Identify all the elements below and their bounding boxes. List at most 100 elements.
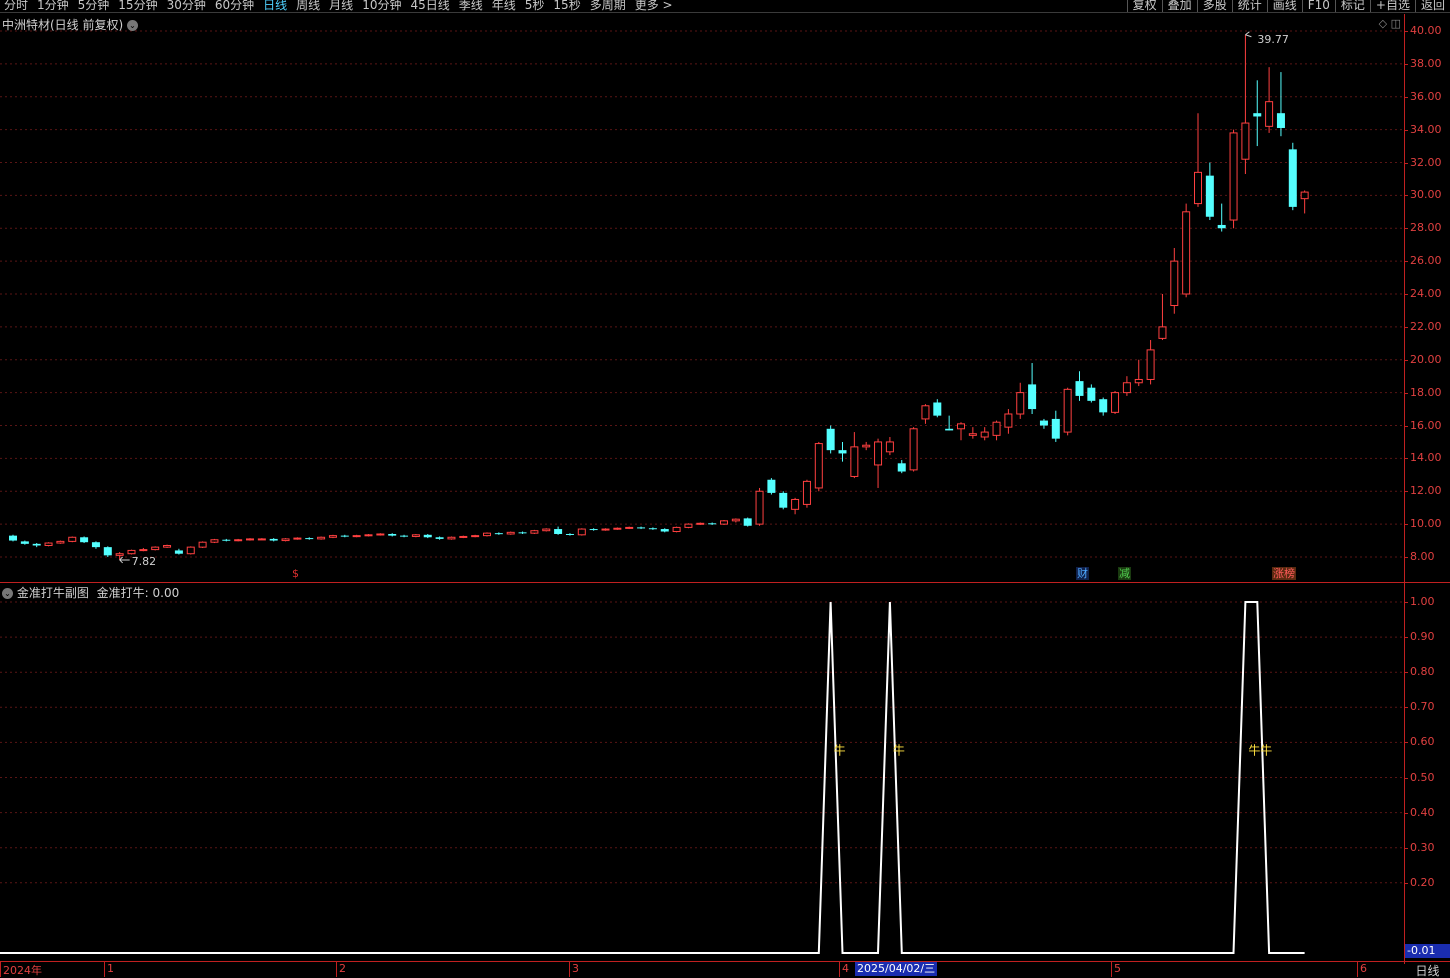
- tool-button[interactable]: F10: [1301, 0, 1335, 12]
- price-tick: 34.00: [1410, 122, 1442, 136]
- indicator-tick-mark: [1404, 777, 1408, 779]
- tool-button[interactable]: 返回: [1414, 0, 1450, 12]
- candle: [103, 546, 112, 557]
- candle: [565, 533, 574, 536]
- period-corner-label[interactable]: 日线: [1405, 962, 1450, 978]
- indicator-tick-mark: [1404, 742, 1408, 744]
- period-tab[interactable]: 日线: [263, 0, 287, 12]
- candle: [672, 526, 681, 533]
- chevron-down-icon[interactable]: ⌄: [127, 20, 139, 31]
- candle: [9, 534, 17, 542]
- candle: [767, 478, 776, 495]
- candle: [885, 437, 894, 456]
- tool-button[interactable]: 多股: [1196, 0, 1232, 12]
- candle: [577, 528, 586, 536]
- event-badge[interactable]: 减: [1118, 567, 1131, 580]
- price-tick-mark: [1404, 392, 1408, 394]
- date-tick: [839, 962, 840, 977]
- candle: [1063, 387, 1072, 436]
- candle: [1300, 190, 1309, 214]
- price-tick-mark: [1404, 261, 1408, 263]
- low-price-label: 7.82: [132, 555, 157, 568]
- candle: [459, 535, 468, 539]
- indicator-value: 金准打牛: 0.00: [96, 586, 180, 600]
- tool-button[interactable]: 叠加: [1161, 0, 1197, 12]
- period-tab[interactable]: 月线: [329, 0, 353, 12]
- tool-button[interactable]: 画线: [1266, 0, 1302, 12]
- tool-button[interactable]: +自选: [1369, 0, 1415, 12]
- event-badge[interactable]: 财: [1076, 567, 1089, 580]
- tool-button[interactable]: 复权: [1126, 0, 1162, 12]
- period-tab[interactable]: 1分钟: [37, 0, 69, 12]
- tool-button[interactable]: 统计: [1231, 0, 1267, 12]
- candle: [1276, 72, 1285, 137]
- candle: [637, 526, 646, 530]
- candle: [222, 538, 231, 542]
- candle: [435, 536, 444, 540]
- period-tab[interactable]: 45日线: [410, 0, 449, 12]
- period-tab[interactable]: 15分钟: [118, 0, 157, 12]
- indicator-tick: 0.50: [1410, 770, 1435, 784]
- period-tab[interactable]: 年线: [492, 0, 516, 12]
- period-tab[interactable]: 多周期: [590, 0, 626, 12]
- price-tick: 12.00: [1410, 484, 1442, 498]
- candle: [293, 537, 302, 540]
- candle: [542, 528, 551, 532]
- candle: [1099, 397, 1108, 416]
- period-tab[interactable]: 10分钟: [362, 0, 401, 12]
- period-tab[interactable]: 更多 >: [635, 0, 673, 12]
- period-tab[interactable]: 周线: [296, 0, 320, 12]
- event-badge[interactable]: $: [291, 567, 300, 580]
- candle: [897, 460, 906, 474]
- low-arrow: [119, 556, 130, 564]
- price-tick-mark: [1404, 162, 1408, 164]
- candle: [660, 528, 669, 533]
- period-tab[interactable]: 15秒: [553, 0, 580, 12]
- period-tab[interactable]: 60分钟: [215, 0, 254, 12]
- period-tab[interactable]: 5分钟: [78, 0, 110, 12]
- diamond-icon[interactable]: ◇: [1379, 17, 1387, 30]
- candle: [589, 528, 598, 531]
- candle: [1146, 340, 1155, 385]
- candle: [257, 538, 266, 541]
- indicator-tick: 0.40: [1410, 805, 1435, 819]
- candle: [115, 552, 124, 560]
- period-tab[interactable]: 5秒: [525, 0, 545, 12]
- candlestick-chart[interactable]: 39.77 7.82: [0, 14, 1404, 582]
- period-tab[interactable]: 分时: [4, 0, 28, 12]
- indicator-chart[interactable]: 牛牛牛牛: [0, 583, 1404, 961]
- chevron-down-icon[interactable]: ⌄: [2, 588, 13, 599]
- candle: [340, 534, 349, 538]
- period-tab[interactable]: 30分钟: [167, 0, 206, 12]
- main-title-bar: 中洲特材(日线 前复权) ⌄: [2, 16, 139, 33]
- candle: [518, 531, 527, 534]
- candle: [945, 415, 954, 431]
- candle: [1004, 409, 1013, 434]
- indicator-tick: 0.60: [1410, 735, 1435, 749]
- candle: [933, 399, 942, 418]
- maximize-icon[interactable]: ◫: [1391, 17, 1401, 30]
- candle: [755, 487, 764, 526]
- event-badge[interactable]: 涨榜: [1272, 567, 1296, 580]
- candle: [696, 522, 705, 525]
- candle: [127, 549, 136, 555]
- price-tick: 18.00: [1410, 385, 1442, 399]
- candle: [447, 536, 456, 540]
- candle: [1265, 67, 1274, 133]
- period-tab[interactable]: 季线: [459, 0, 483, 12]
- candle: [471, 534, 480, 538]
- tool-button[interactable]: 标记: [1334, 0, 1370, 12]
- indicator-tick: 0.30: [1410, 840, 1435, 854]
- price-tick: 30.00: [1410, 188, 1442, 202]
- candle: [850, 432, 859, 479]
- indicator-tick-mark: [1404, 602, 1408, 603]
- candle: [1217, 203, 1226, 232]
- candle: [625, 526, 634, 530]
- candle: [862, 441, 871, 451]
- candle: [400, 534, 409, 538]
- indicator-pane[interactable]: 牛牛牛牛 ⌄ 金准打牛副图 金准打牛: 0.00: [0, 583, 1404, 958]
- price-tick: 14.00: [1410, 451, 1442, 465]
- candle: [802, 479, 811, 508]
- candle: [483, 532, 491, 537]
- main-chart-pane[interactable]: 39.77 7.82 中洲特材(日线 前复权) ⌄ ◇ ◫ $ 财 减 涨榜: [0, 14, 1404, 582]
